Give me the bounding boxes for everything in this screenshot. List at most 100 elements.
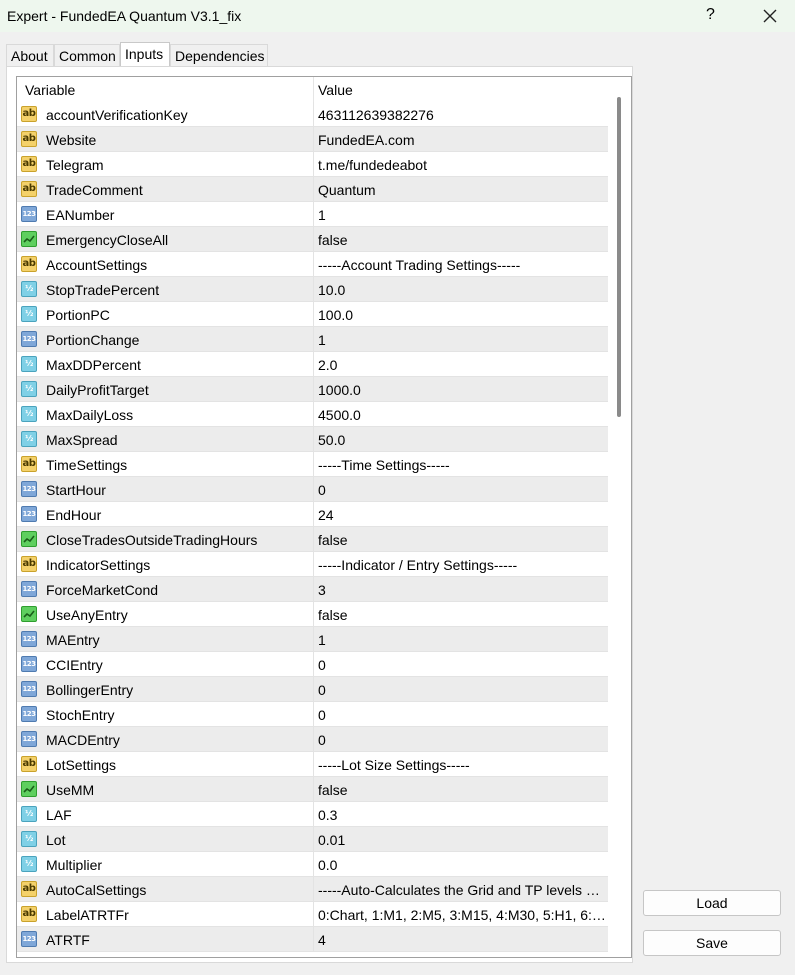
- table-row[interactable]: CloseTradesOutsideTradingHours false: [17, 527, 608, 552]
- column-divider: [313, 502, 314, 526]
- table-row[interactable]: ab IndicatorSettings -----Indicator / Entr…: [17, 552, 608, 577]
- table-row[interactable]: 123 ATRTF 4: [17, 927, 608, 952]
- save-button[interactable]: Save: [643, 930, 781, 956]
- double-type-icon: ½: [21, 856, 37, 872]
- header-variable[interactable]: Variable: [25, 82, 75, 98]
- string-type-icon: ab: [21, 131, 37, 147]
- table-row[interactable]: ab AutoCalSettings -----Auto-Calculates th…: [17, 877, 608, 902]
- table-row[interactable]: ab LabelATRTFr 0:Chart, 1:M1, 2:M5, 3:M15,…: [17, 902, 608, 927]
- table-row[interactable]: ½ MaxDailyLoss 4500.0: [17, 402, 608, 427]
- variable-value[interactable]: 4: [318, 932, 606, 948]
- table-row[interactable]: ab AccountSettings -----Account Trading Se…: [17, 252, 608, 277]
- table-row[interactable]: ab TimeSettings -----Time Settings-----: [17, 452, 608, 477]
- table-row[interactable]: ½ LAF 0.3: [17, 802, 608, 827]
- load-button[interactable]: Load: [643, 890, 781, 916]
- variable-value[interactable]: t.me/fundedeabot: [318, 157, 606, 173]
- variable-value[interactable]: -----Account Trading Settings-----: [318, 257, 606, 273]
- variable-name: Lot: [46, 832, 66, 848]
- help-button[interactable]: ?: [706, 6, 715, 24]
- variable-value[interactable]: 0:Chart, 1:M1, 2:M5, 3:M15, 4:M30, 5:H1,…: [318, 907, 606, 923]
- variable-value[interactable]: 0: [318, 682, 606, 698]
- table-row[interactable]: 123 MAEntry 1: [17, 627, 608, 652]
- table-row[interactable]: ½ Lot 0.01: [17, 827, 608, 852]
- variable-value[interactable]: 24: [318, 507, 606, 523]
- variable-name: MAEntry: [46, 632, 100, 648]
- table-row[interactable]: 123 StochEntry 0: [17, 702, 608, 727]
- header-divider[interactable]: [313, 77, 314, 102]
- string-type-icon: ab: [21, 906, 37, 922]
- table-row[interactable]: ½ Multiplier 0.0: [17, 852, 608, 877]
- table-row[interactable]: 123 BollingerEntry 0: [17, 677, 608, 702]
- column-divider: [313, 627, 314, 651]
- variable-value[interactable]: 0: [318, 707, 606, 723]
- boolean-type-icon: [21, 231, 37, 247]
- table-row[interactable]: ab Telegram t.me/fundedeabot: [17, 152, 608, 177]
- table-row[interactable]: 123 CCIEntry 0: [17, 652, 608, 677]
- variable-value[interactable]: 1: [318, 632, 606, 648]
- table-row[interactable]: ab accountVerificationKey 463112639382276: [17, 102, 608, 127]
- variable-value[interactable]: 0.3: [318, 807, 606, 823]
- window-title: Expert - FundedEA Quantum V3.1_fix: [7, 8, 242, 24]
- column-divider: [313, 352, 314, 376]
- tab-about[interactable]: About: [6, 44, 54, 66]
- variable-name: TradeComment: [46, 182, 143, 198]
- variable-value[interactable]: 0: [318, 657, 606, 673]
- table-row[interactable]: ½ MaxDDPercent 2.0: [17, 352, 608, 377]
- vertical-scrollbar[interactable]: [617, 97, 621, 417]
- variable-value[interactable]: 0: [318, 732, 606, 748]
- boolean-type-icon: [21, 531, 37, 547]
- variable-value[interactable]: Quantum: [318, 182, 606, 198]
- column-divider: [313, 252, 314, 276]
- table-row[interactable]: ab LotSettings -----Lot Size Settings-----: [17, 752, 608, 777]
- table-row[interactable]: 123 ForceMarketCond 3: [17, 577, 608, 602]
- variable-value[interactable]: 1: [318, 207, 606, 223]
- variable-value[interactable]: 50.0: [318, 432, 606, 448]
- variable-value[interactable]: -----Indicator / Entry Settings-----: [318, 557, 606, 573]
- table-row[interactable]: ½ StopTradePercent 10.0: [17, 277, 608, 302]
- variable-value[interactable]: -----Time Settings-----: [318, 457, 606, 473]
- variable-value[interactable]: 0: [318, 482, 606, 498]
- variable-value[interactable]: 1: [318, 332, 606, 348]
- variable-value[interactable]: 0.01: [318, 832, 606, 848]
- variable-value[interactable]: false: [318, 532, 606, 548]
- header-value[interactable]: Value: [318, 82, 353, 98]
- variable-value[interactable]: 2.0: [318, 357, 606, 373]
- variable-value[interactable]: -----Auto-Calculates the Grid and TP lev…: [318, 882, 606, 898]
- integer-type-icon: 123: [21, 581, 37, 597]
- variable-value[interactable]: false: [318, 607, 606, 623]
- variable-name: CloseTradesOutsideTradingHours: [46, 532, 258, 548]
- table-row[interactable]: ½ DailyProfitTarget 1000.0: [17, 377, 608, 402]
- double-type-icon: ½: [21, 806, 37, 822]
- column-divider: [313, 677, 314, 701]
- close-icon[interactable]: [760, 6, 780, 26]
- tab-dependencies[interactable]: Dependencies: [170, 44, 268, 66]
- variable-value[interactable]: false: [318, 232, 606, 248]
- table-row[interactable]: UseMM false: [17, 777, 608, 802]
- variable-value[interactable]: 1000.0: [318, 382, 606, 398]
- table-row[interactable]: ab Website FundedEA.com: [17, 127, 608, 152]
- table-row[interactable]: UseAnyEntry false: [17, 602, 608, 627]
- variable-value[interactable]: 0.0: [318, 857, 606, 873]
- variable-value[interactable]: -----Lot Size Settings-----: [318, 757, 606, 773]
- table-row[interactable]: ½ MaxSpread 50.0: [17, 427, 608, 452]
- tab-inputs[interactable]: Inputs: [120, 42, 170, 67]
- variable-value[interactable]: FundedEA.com: [318, 132, 606, 148]
- table-row[interactable]: 123 StartHour 0: [17, 477, 608, 502]
- variable-value[interactable]: false: [318, 782, 606, 798]
- variable-name: MaxSpread: [46, 432, 118, 448]
- table-row[interactable]: ½ PortionPC 100.0: [17, 302, 608, 327]
- variable-value[interactable]: 4500.0: [318, 407, 606, 423]
- table-row[interactable]: 123 PortionChange 1: [17, 327, 608, 352]
- table-row[interactable]: 123 MACDEntry 0: [17, 727, 608, 752]
- table-row[interactable]: ab TradeComment Quantum: [17, 177, 608, 202]
- variable-value[interactable]: 100.0: [318, 307, 606, 323]
- tab-common[interactable]: Common: [54, 44, 120, 66]
- column-divider: [313, 102, 314, 126]
- table-row[interactable]: EmergencyCloseAll false: [17, 227, 608, 252]
- variable-value[interactable]: 463112639382276: [318, 107, 606, 123]
- table-row[interactable]: 123 EndHour 24: [17, 502, 608, 527]
- variable-value[interactable]: 10.0: [318, 282, 606, 298]
- double-type-icon: ½: [21, 381, 37, 397]
- variable-value[interactable]: 3: [318, 582, 606, 598]
- table-row[interactable]: 123 EANumber 1: [17, 202, 608, 227]
